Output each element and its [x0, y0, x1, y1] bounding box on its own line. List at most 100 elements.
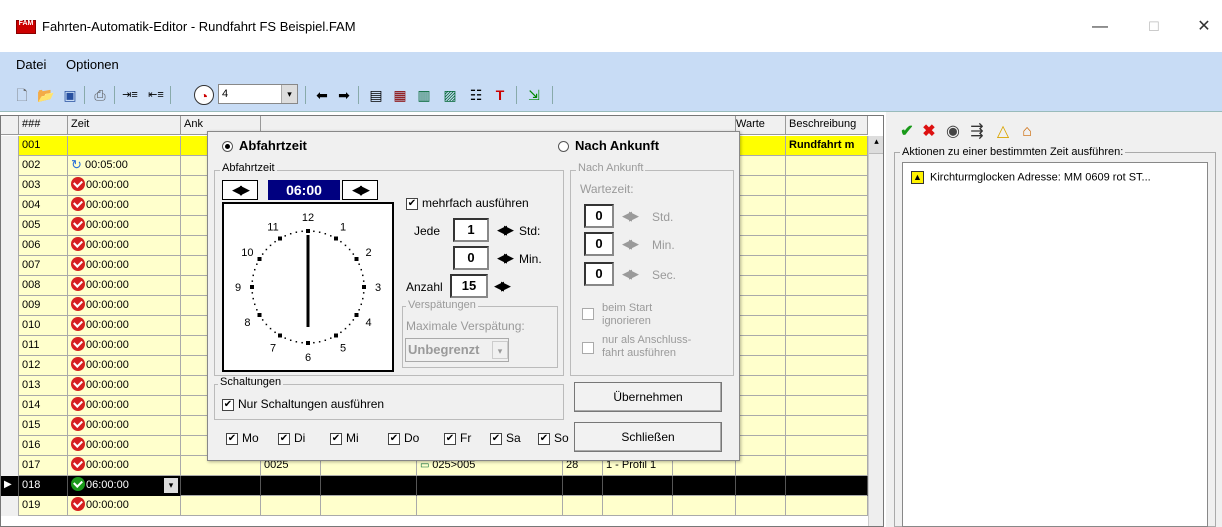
- cell[interactable]: [786, 276, 868, 296]
- hours-spinner[interactable]: ◀▶: [491, 219, 517, 241]
- print-icon[interactable]: ⎙: [90, 85, 110, 105]
- row-number-cell[interactable]: 009: [19, 296, 68, 316]
- minutes-input[interactable]: 0: [453, 246, 489, 270]
- row-number-cell[interactable]: 015: [19, 416, 68, 436]
- cell[interactable]: [786, 436, 868, 456]
- weekday-checkbox-mo[interactable]: ✔ Mo: [226, 431, 259, 445]
- time-cell[interactable]: 00:00:00: [68, 176, 181, 196]
- cell[interactable]: [736, 276, 786, 296]
- row-number-cell[interactable]: 005: [19, 216, 68, 236]
- cell[interactable]: [736, 436, 786, 456]
- scroll-up-icon[interactable]: ▴: [869, 136, 883, 154]
- wait-minutes-input[interactable]: 0: [584, 232, 614, 256]
- warning-icon[interactable]: △: [992, 120, 1014, 144]
- column-header-zeit[interactable]: Zeit: [68, 116, 181, 135]
- switch-icon[interactable]: ▨: [440, 85, 460, 105]
- cell[interactable]: [786, 336, 868, 356]
- count-input[interactable]: 15: [450, 274, 488, 298]
- time-cell[interactable]: 00:00:00: [68, 276, 181, 296]
- cell[interactable]: [786, 196, 868, 216]
- time-cell[interactable]: 06:00:00 ▾: [68, 476, 181, 496]
- sound-icon[interactable]: ◉: [942, 120, 964, 144]
- minute-spin-buttons[interactable]: ◀▶: [342, 180, 378, 200]
- vertical-scrollbar[interactable]: ▴: [868, 136, 883, 526]
- exit-icon[interactable]: ⇲: [524, 85, 544, 105]
- maximize-button[interactable]: ☐: [1134, 14, 1174, 40]
- time-cell[interactable]: 00:00:00: [68, 416, 181, 436]
- delete-icon[interactable]: ✖: [918, 120, 940, 144]
- cell[interactable]: [321, 496, 417, 516]
- time-cell[interactable]: 00:00:00: [68, 296, 181, 316]
- switches-only-checkbox[interactable]: ✔ Nur Schaltungen ausführen: [222, 397, 384, 411]
- row-number-cell[interactable]: 006: [19, 236, 68, 256]
- cell[interactable]: [603, 476, 673, 496]
- save-icon[interactable]: ▣: [60, 85, 80, 105]
- time-cell[interactable]: 00:00:00: [68, 336, 181, 356]
- row-number-cell[interactable]: 019: [19, 496, 68, 516]
- home-icon[interactable]: ⌂: [1016, 120, 1038, 144]
- time-cell[interactable]: 00:00:00: [68, 396, 181, 416]
- minimize-button[interactable]: —: [1080, 14, 1120, 40]
- table-row[interactable]: 019 00:00:00: [1, 496, 883, 516]
- cell[interactable]: [786, 376, 868, 396]
- cell[interactable]: [736, 216, 786, 236]
- ignore-at-start-checkbox[interactable]: beim Start ignorieren: [582, 302, 692, 328]
- row-number-cell[interactable]: 010: [19, 316, 68, 336]
- cell[interactable]: [736, 376, 786, 396]
- table-row[interactable]: ▶ 018 06:00:00 ▾: [1, 476, 883, 496]
- cell[interactable]: [736, 476, 786, 496]
- cell[interactable]: [673, 496, 736, 516]
- chevron-down-icon[interactable]: ▾: [164, 478, 178, 493]
- count-spinner[interactable]: ◀▶: [488, 275, 514, 297]
- cell[interactable]: [736, 256, 786, 276]
- close-dialog-button[interactable]: Schließen: [574, 422, 722, 452]
- wait-seconds-spinner[interactable]: ◀▶: [616, 263, 642, 285]
- time-cell[interactable]: [68, 136, 181, 156]
- cell[interactable]: [736, 136, 786, 156]
- wait-hours-input[interactable]: 0: [584, 204, 614, 228]
- clock-icon[interactable]: ◔: [194, 85, 214, 105]
- cell[interactable]: [673, 476, 736, 496]
- cell[interactable]: [736, 396, 786, 416]
- weekday-checkbox-so[interactable]: ✔ So: [538, 431, 569, 445]
- delete-row-icon[interactable]: ⇤≡: [146, 85, 166, 105]
- time-cell[interactable]: 00:00:00: [68, 196, 181, 216]
- check-icon[interactable]: ✔: [896, 120, 918, 144]
- time-cell[interactable]: 00:00:00: [68, 456, 181, 476]
- row-number-cell[interactable]: 004: [19, 196, 68, 216]
- time-cell[interactable]: 00:00:00: [68, 236, 181, 256]
- wait-seconds-input[interactable]: 0: [584, 262, 614, 286]
- cell[interactable]: [563, 476, 603, 496]
- time-cell[interactable]: 00:00:00: [68, 356, 181, 376]
- time-cell[interactable]: ↻ 00:05:00: [68, 156, 181, 176]
- wait-hours-spinner[interactable]: ◀▶: [616, 205, 642, 227]
- row-number-cell[interactable]: 002: [19, 156, 68, 176]
- arrow-right-icon[interactable]: ➡: [334, 85, 354, 105]
- weekday-checkbox-di[interactable]: ✔ Di: [278, 431, 305, 445]
- cell[interactable]: [417, 496, 563, 516]
- insert-row-icon[interactable]: ⇥≡: [120, 85, 140, 105]
- cell[interactable]: [786, 476, 868, 496]
- menu-optionen[interactable]: Optionen: [66, 57, 119, 72]
- max-delay-select[interactable]: Unbegrenzt ▾: [405, 338, 509, 362]
- weekday-checkbox-do[interactable]: ✔ Do: [388, 431, 419, 445]
- column-header-num[interactable]: ###: [19, 116, 68, 135]
- table-icon[interactable]: ▦: [390, 85, 410, 105]
- close-button[interactable]: ✕: [1184, 14, 1222, 40]
- cell[interactable]: [786, 496, 868, 516]
- train-icon[interactable]: ▥: [414, 85, 434, 105]
- list-icon[interactable]: ☷: [466, 85, 486, 105]
- time-cell[interactable]: 00:00:00: [68, 316, 181, 336]
- new-file-icon[interactable]: 🗋: [12, 85, 32, 105]
- layout-icon[interactable]: ▤: [366, 85, 386, 105]
- radio-nach-ankunft[interactable]: Nach Ankunft: [558, 138, 659, 153]
- row-number-cell[interactable]: 011: [19, 336, 68, 356]
- cell[interactable]: [786, 236, 868, 256]
- repeat-checkbox[interactable]: ✔ mehrfach ausführen: [406, 196, 554, 218]
- cell[interactable]: [786, 416, 868, 436]
- row-number-cell[interactable]: 007: [19, 256, 68, 276]
- row-number-cell[interactable]: 018: [19, 476, 68, 496]
- column-header-beschreibung[interactable]: Beschreibung: [786, 116, 868, 135]
- chevron-down-icon[interactable]: ▾: [492, 341, 508, 359]
- cell[interactable]: [261, 496, 321, 516]
